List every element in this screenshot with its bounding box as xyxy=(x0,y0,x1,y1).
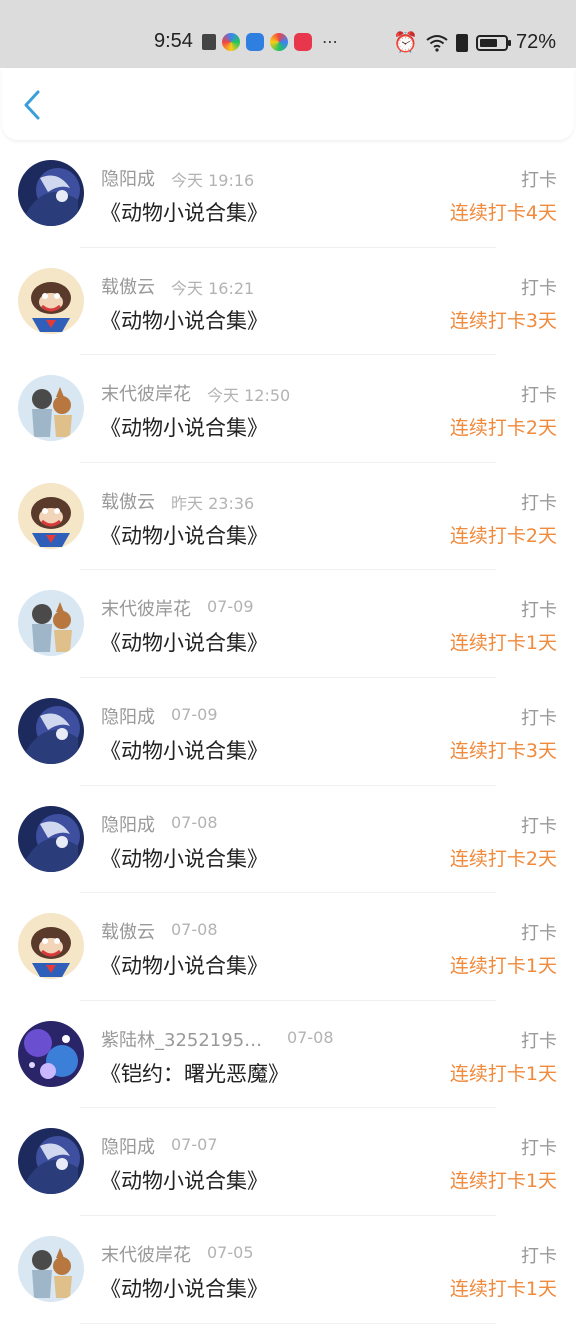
streak-label: 连续打卡1天 xyxy=(449,632,557,655)
status-bar: 9:54 ⋯ ⏰ 72% xyxy=(0,0,576,68)
user-name[interactable]: 隐阳成 xyxy=(101,165,155,191)
streak-label: 连续打卡2天 xyxy=(449,847,557,870)
app-icon-1 xyxy=(202,33,216,50)
checkin-label: 打卡 xyxy=(521,492,557,514)
streak-label: 连续打卡1天 xyxy=(449,1170,557,1193)
timestamp: 今天 19:16 xyxy=(171,171,255,190)
header xyxy=(2,68,574,140)
user-name[interactable]: 隐阳成 xyxy=(101,1133,155,1159)
checkin-label: 打卡 xyxy=(521,1138,557,1160)
book-title[interactable]: 《动物小说合集》 xyxy=(100,950,268,980)
back-button[interactable] xyxy=(18,88,48,122)
book-title[interactable]: 《铠约：曙光恶魔》 xyxy=(100,1058,289,1088)
timestamp: 07-05 xyxy=(207,1242,254,1262)
streak-label: 连续打卡1天 xyxy=(449,1277,557,1300)
avatar[interactable] xyxy=(18,267,84,334)
timestamp: 今天 12:50 xyxy=(207,386,291,406)
status-right: ⏰ 72% xyxy=(393,30,556,55)
user-name[interactable]: 载傲云 xyxy=(101,273,155,299)
list-item[interactable]: 隐阳成 07-09 《动物小说合集》 打卡连续打卡3天 xyxy=(0,678,576,786)
list-item[interactable]: 载傲云 07-08 《动物小说合集》 打卡连续打卡1天 xyxy=(0,893,576,1001)
timestamp: 07-07 xyxy=(171,1135,218,1155)
timestamp: 07-09 xyxy=(171,704,218,724)
timestamp: 昨天 23:36 xyxy=(171,493,255,513)
streak-label: 连续打卡2天 xyxy=(449,417,557,440)
app-icon-5 xyxy=(294,32,312,51)
checkin-list: 隐阳成 今天 19:16 《动物小说合集》 打卡 连续打卡4天 载傲云 今天 16:21 《动… xyxy=(0,140,576,1324)
timestamp: 07-08 xyxy=(287,1027,334,1047)
user-name[interactable]: 末代彼岸花 xyxy=(101,380,191,406)
checkin-label: 打卡 xyxy=(521,385,557,407)
checkin-label: 打卡 xyxy=(521,1030,557,1052)
list-item[interactable]: 隐阳成 07-07 《动物小说合集》 打卡连续打卡1天 xyxy=(0,1108,576,1216)
user-name[interactable]: 隐阳成 xyxy=(101,811,155,837)
avatar[interactable] xyxy=(18,590,84,657)
list-item[interactable]: 末代彼岸花 今天 12:50 《动物小说合集》 打卡连续打卡2天 xyxy=(0,355,576,463)
streak-label: 连续打卡3天 xyxy=(449,739,557,762)
divider xyxy=(80,1322,496,1324)
avatar[interactable] xyxy=(18,1235,84,1302)
list-item[interactable]: 末代彼岸花 07-05 《动物小说合集》 打卡连续打卡1天 xyxy=(0,1216,576,1324)
list-item[interactable]: 载傲云 今天 16:21 《动物小说合集》 打卡连续打卡3天 xyxy=(0,248,576,356)
avatar[interactable] xyxy=(18,482,84,549)
checkin-label: 打卡 xyxy=(521,600,557,622)
book-title[interactable]: 《动物小说合集》 xyxy=(100,1165,268,1195)
book-title[interactable]: 《动物小说合集》 xyxy=(100,197,268,227)
app-icon-3 xyxy=(246,32,264,51)
checkin-label: 打卡 xyxy=(521,170,557,191)
list-item[interactable]: 紫陆林_32521952... 07-08 《铠约：曙光恶魔》 打卡连续打卡1天 xyxy=(0,1001,576,1109)
status-time: 9:54 xyxy=(154,30,193,52)
avatar[interactable] xyxy=(18,1020,84,1087)
user-name[interactable]: 载傲云 xyxy=(101,918,155,944)
checkin-label: 打卡 xyxy=(521,923,557,945)
app-icon-2 xyxy=(222,32,240,51)
app-notification-icons: ⋯ xyxy=(202,32,338,51)
more-icon: ⋯ xyxy=(322,32,338,51)
list-item[interactable]: 隐阳成 今天 19:16 《动物小说合集》 打卡连续打卡4天 xyxy=(0,140,576,248)
avatar[interactable] xyxy=(18,805,84,872)
alarm-icon: ⏰ xyxy=(393,32,418,54)
checkin-label: 打卡 xyxy=(521,815,557,837)
avatar[interactable] xyxy=(18,1128,84,1195)
user-name[interactable]: 末代彼岸花 xyxy=(101,595,191,621)
book-title[interactable]: 《动物小说合集》 xyxy=(100,305,268,335)
user-name[interactable]: 隐阳成 xyxy=(101,703,155,729)
timestamp: 今天 16:21 xyxy=(171,278,255,298)
alert-icon xyxy=(455,33,468,52)
streak-label: 连续打卡3天 xyxy=(449,309,557,332)
streak-label: 连续打卡1天 xyxy=(449,1062,557,1085)
checkin-label: 打卡 xyxy=(521,707,557,729)
book-title[interactable]: 《动物小说合集》 xyxy=(100,735,268,765)
list-item[interactable]: 隐阳成 07-08 《动物小说合集》 打卡连续打卡2天 xyxy=(0,786,576,894)
app-icon-4 xyxy=(270,32,288,51)
list-item[interactable]: 载傲云 昨天 23:36 《动物小说合集》 打卡连续打卡2天 xyxy=(0,463,576,571)
book-title[interactable]: 《动物小说合集》 xyxy=(100,412,268,442)
checkin-label: 打卡 xyxy=(521,277,557,299)
streak-label: 连续打卡2天 xyxy=(449,524,557,547)
user-name[interactable]: 末代彼岸花 xyxy=(101,1241,191,1267)
checkin-label: 打卡 xyxy=(521,1245,557,1267)
user-name[interactable]: 载傲云 xyxy=(101,488,155,514)
avatar[interactable] xyxy=(18,913,84,980)
timestamp: 07-09 xyxy=(207,597,254,617)
wifi-icon xyxy=(426,34,448,52)
battery-icon xyxy=(475,34,511,51)
streak-label: 连续打卡1天 xyxy=(449,955,557,978)
book-title[interactable]: 《动物小说合集》 xyxy=(100,843,268,873)
avatar[interactable] xyxy=(18,697,84,764)
book-title[interactable]: 《动物小说合集》 xyxy=(100,627,268,657)
timestamp: 07-08 xyxy=(171,920,218,940)
list-item[interactable]: 末代彼岸花 07-09 《动物小说合集》 打卡连续打卡1天 xyxy=(0,570,576,678)
avatar[interactable] xyxy=(18,375,84,442)
book-title[interactable]: 《动物小说合集》 xyxy=(100,1273,268,1303)
user-name[interactable]: 紫陆林_32521952... xyxy=(101,1026,271,1052)
battery-percent: 72% xyxy=(515,31,556,53)
streak-label: 连续打卡4天 xyxy=(449,202,557,224)
book-title[interactable]: 《动物小说合集》 xyxy=(100,520,268,550)
timestamp: 07-08 xyxy=(171,812,218,832)
avatar[interactable] xyxy=(18,160,84,226)
